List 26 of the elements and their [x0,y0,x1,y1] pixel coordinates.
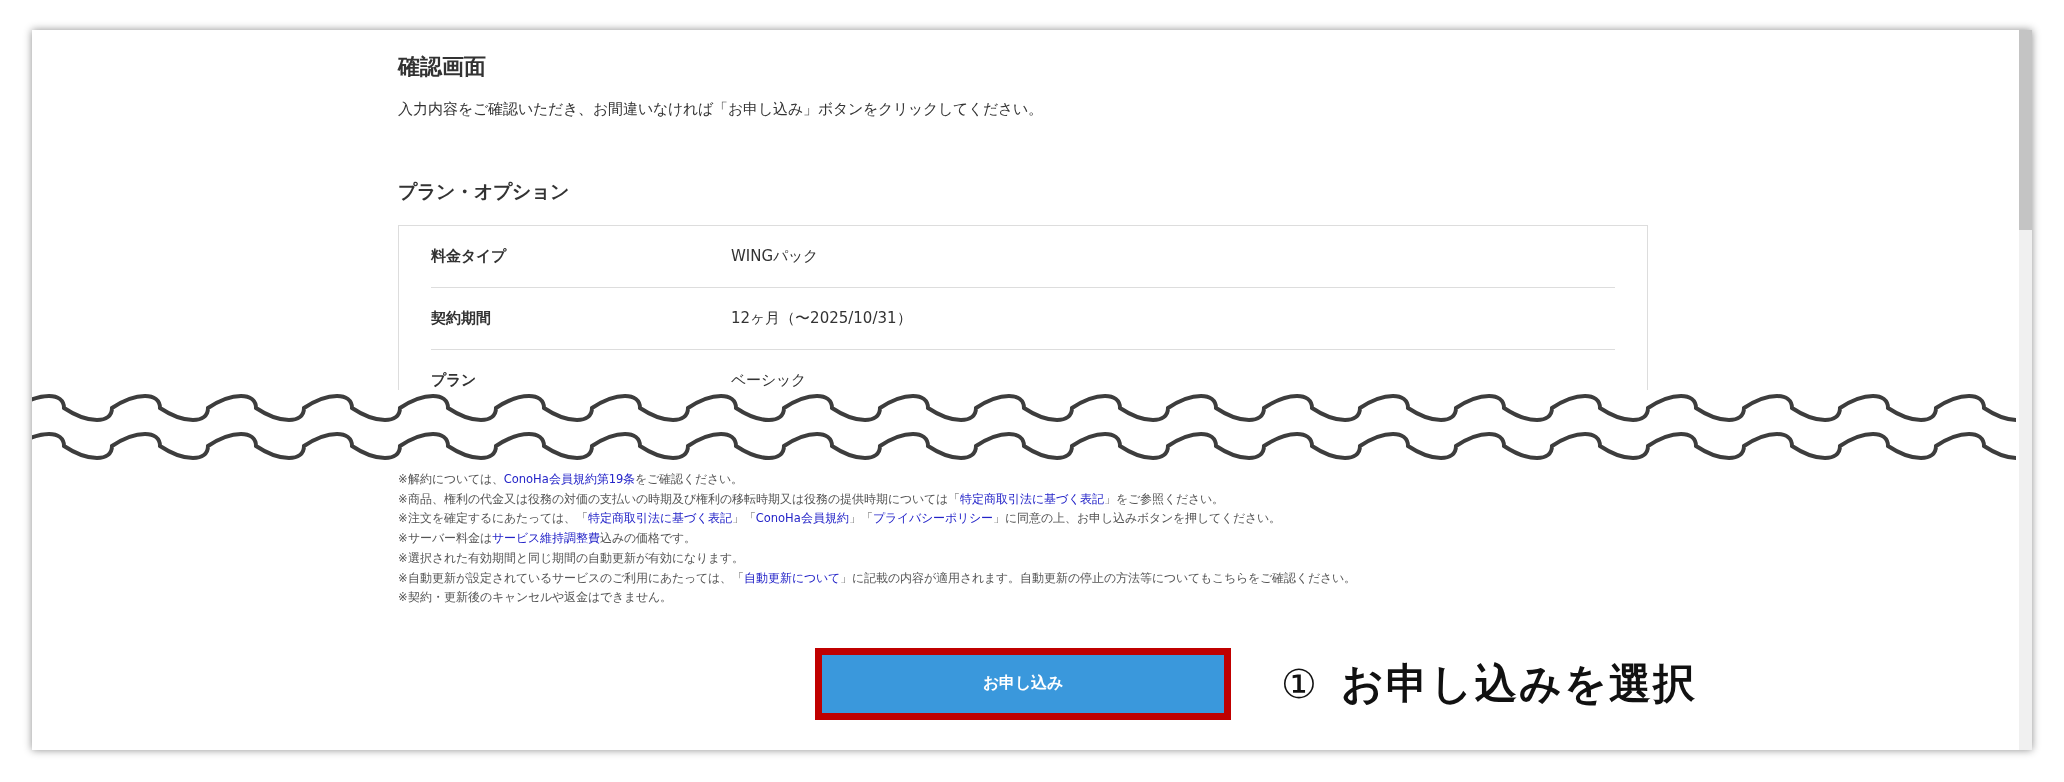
annotation-text: お申し込みを選択 [1340,657,1697,710]
row-label: プラン [431,371,477,390]
note-text: ※解約については、ConoHa会員規約第19条をご確認ください。 [398,471,745,488]
note-link[interactable]: ConoHa会員規約第19条 [503,472,636,486]
note-text: ※注文を確定するにあたっては、「特定商取引法に基づく表記」「ConoHa会員規約」「プライバシーポリシー」に同意の上、お申し込みボタンを押してください。 [398,510,1282,528]
note-link[interactable]: 特定商取引法に基づく表記 [959,491,1104,506]
note-link[interactable]: プライバシーポリシー [872,511,993,526]
note-text: ※契約・更新後のキャンセルや返金はできません。 [398,589,673,607]
scrollbar[interactable] [2019,30,2032,750]
note-text: ※商品、権利の代金又は役務の対価の支払いの時期及び権利の移転時期又は役務の提供時期については「特定商取引法に基づく表記」をご参照ください。 [398,490,1225,508]
note-link[interactable]: 自動更新について [743,570,840,585]
section-title: プラン・オプション [398,179,570,204]
note-text: ※自動更新が設定されているサービスのご利用にあたっては、「自動更新について」に記載の内容が適用されます。自動更新の停止の方法等についてもこちらをご確認ください。 [398,569,1357,587]
row-value: 12ヶ月（〜2025/10/31） [731,309,912,328]
intro-text: 入力内容をご確認いただき、お間違いなければ「お申し込み」ボタンをクリックしてください。 [398,100,1044,119]
row-label: 契約期間 [431,309,492,328]
note-link[interactable]: サービス維持調整費 [491,531,600,546]
note-text: ※選択された有効期間と同じ期間の自動更新が有効になります。 [398,549,745,567]
page-title: 確認画面 [398,53,487,81]
note-link[interactable]: ConoHa会員規約 [755,511,849,526]
step-number: ① [1281,660,1317,707]
note-link[interactable]: 特定商取引法に基づく表記 [587,511,732,526]
row-value: WINGパック [731,247,819,266]
note-text: ※サーバー料金はサービス維持調整費込みの価格です。 [398,530,697,548]
row-label: 料金タイプ [431,247,508,266]
row-value: ベーシック [731,371,806,390]
